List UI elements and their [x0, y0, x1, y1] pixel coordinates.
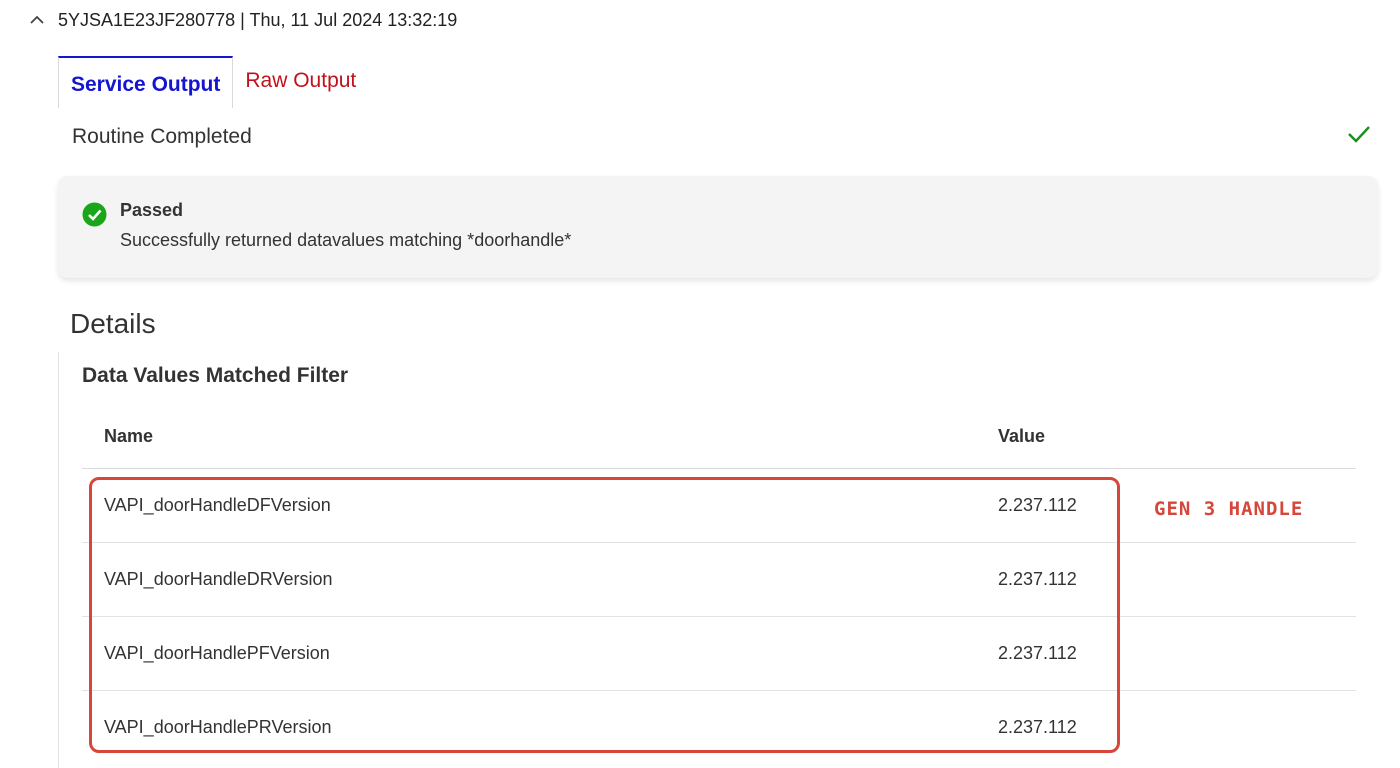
- run-header: 5YJSA1E23JF280778 | Thu, 11 Jul 2024 13:…: [28, 6, 457, 34]
- details-divider: [58, 352, 59, 768]
- result-description: Successfully returned datavalues matchin…: [120, 230, 572, 250]
- row-value: 2.237.112: [998, 643, 1077, 663]
- row-value: 2.237.112: [998, 569, 1077, 589]
- checkmark-icon: [1346, 123, 1372, 151]
- check-circle-icon: [82, 202, 107, 227]
- section-title: Data Values Matched Filter: [82, 364, 349, 387]
- page: 5YJSA1E23JF280778 | Thu, 11 Jul 2024 13:…: [0, 0, 1400, 768]
- table-row: VAPI_doorHandlePRVersion 2.237.112: [82, 691, 1356, 764]
- table-header: Name Value: [82, 404, 1356, 469]
- column-header-value: Value: [998, 425, 1046, 446]
- details-heading: Details: [70, 308, 156, 339]
- annotation-label: GEN 3 HANDLE: [1154, 498, 1304, 520]
- row-name: VAPI_doorHandleDFVersion: [104, 495, 331, 515]
- chevron-up-icon[interactable]: [28, 11, 46, 29]
- output-tabs: Service Output Raw Output: [58, 56, 368, 108]
- row-value: 2.237.112: [998, 495, 1077, 515]
- table-row: VAPI_doorHandleDRVersion 2.237.112: [82, 543, 1356, 617]
- routine-status-text: Routine Completed: [72, 125, 252, 148]
- tab-raw-output[interactable]: Raw Output: [233, 56, 368, 108]
- row-name: VAPI_doorHandlePFVersion: [104, 643, 330, 663]
- table-row: VAPI_doorHandlePFVersion 2.237.112: [82, 617, 1356, 691]
- column-header-name: Name: [104, 425, 154, 446]
- run-title: 5YJSA1E23JF280778 | Thu, 11 Jul 2024 13:…: [58, 9, 458, 30]
- result-title: Passed: [120, 200, 184, 220]
- routine-status-line: Routine Completed: [72, 120, 1372, 154]
- row-value: 2.237.112: [998, 717, 1077, 737]
- row-name: VAPI_doorHandlePRVersion: [104, 717, 332, 737]
- result-card: Passed Successfully returned datavalues …: [58, 176, 1378, 278]
- tab-service-output[interactable]: Service Output: [58, 56, 234, 108]
- data-values-table: Name Value VAPI_doorHandleDFVersion 2.23…: [82, 404, 1356, 764]
- row-name: VAPI_doorHandleDRVersion: [104, 569, 333, 589]
